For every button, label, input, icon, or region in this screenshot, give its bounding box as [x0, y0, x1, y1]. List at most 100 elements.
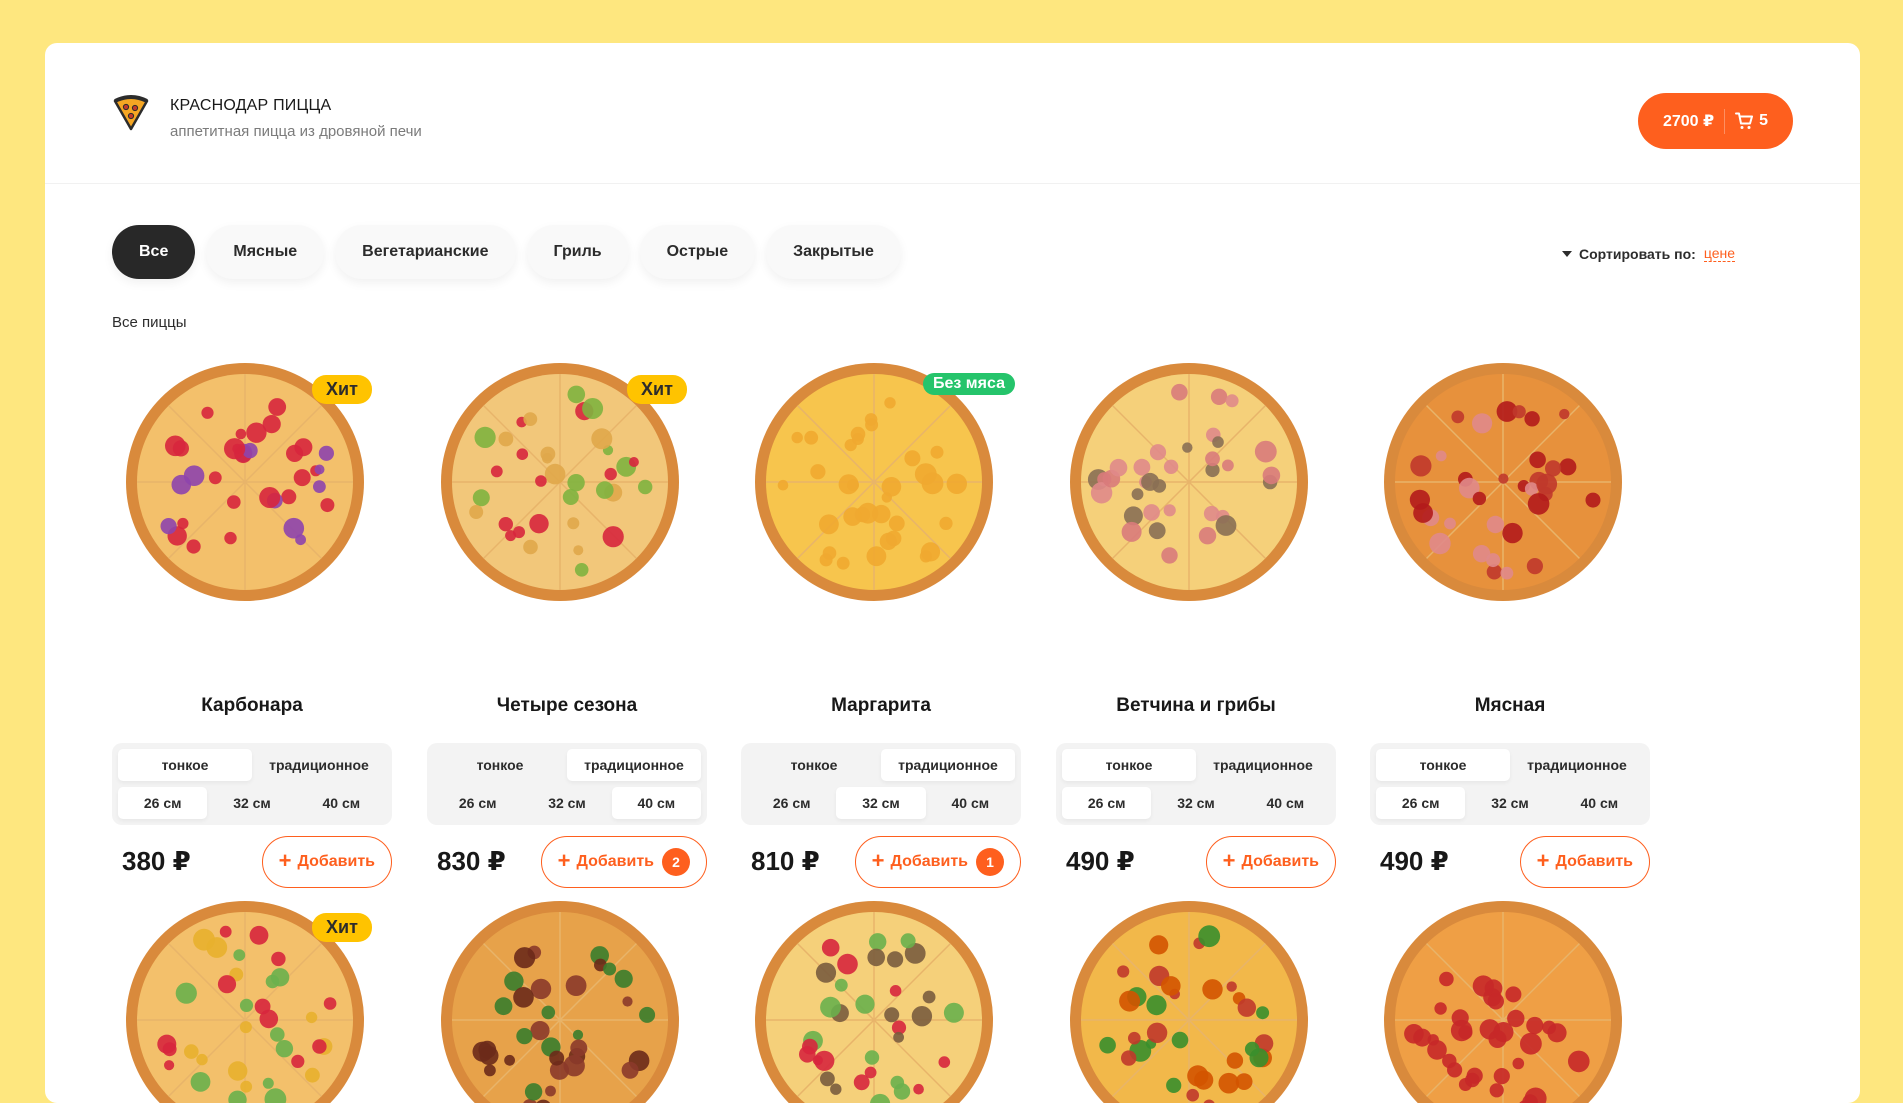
pizza-options: тонкоетрадиционное 26 см32 см40 см	[427, 743, 707, 825]
add-label: Добавить	[891, 853, 969, 871]
category-meat[interactable]: Мясные	[206, 225, 324, 279]
cart-divider	[1724, 109, 1725, 134]
dough-option[interactable]: тонкое	[1062, 749, 1196, 781]
category-list: Все Мясные Вегетарианские Гриль Острые З…	[112, 225, 912, 279]
dough-selector: тонкоетрадиционное	[1062, 749, 1330, 781]
size-option[interactable]: 26 см	[1062, 787, 1151, 819]
size-option[interactable]: 32 см	[1465, 787, 1554, 819]
size-option[interactable]: 26 см	[747, 787, 836, 819]
add-button[interactable]: + Добавить 1	[855, 836, 1021, 888]
pizza-bottom: 830 ₽+Добавить2	[427, 836, 707, 888]
pizza-options: тонкоетрадиционное 26 см32 см40 см	[1370, 743, 1650, 825]
pizza-badge: Без мяса	[923, 373, 1015, 395]
add-button[interactable]: + Добавить	[262, 836, 392, 888]
pizza-name: Четыре сезона	[427, 695, 707, 717]
add-count: 1	[976, 848, 1004, 876]
plus-icon: +	[872, 848, 885, 874]
sort-label: Сортировать по:	[1579, 246, 1696, 262]
category-all[interactable]: Все	[112, 225, 195, 279]
pizza-name: Карбонара	[112, 695, 392, 717]
sort-arrow-icon	[1562, 251, 1572, 257]
size-option[interactable]: 40 см	[1555, 787, 1644, 819]
pizza-name: Ветчина и грибы	[1056, 695, 1336, 717]
dough-option[interactable]: тонкое	[1376, 749, 1510, 781]
size-option[interactable]: 40 см	[612, 787, 701, 819]
size-option[interactable]: 40 см	[1241, 787, 1330, 819]
pizza-logo-icon	[112, 93, 150, 131]
logo-subtitle: аппетитная пицца из дровяной печи	[170, 123, 422, 140]
size-option[interactable]: 26 см	[1376, 787, 1465, 819]
dough-option[interactable]: тонкое	[747, 749, 881, 781]
pizza-badge: Хит	[312, 375, 372, 404]
category-grill[interactable]: Гриль	[527, 225, 629, 279]
size-selector: 26 см32 см40 см	[1376, 787, 1644, 819]
add-label: Добавить	[577, 853, 655, 871]
pizza-price: 490 ₽	[1380, 846, 1449, 877]
pizza-image	[1068, 361, 1310, 603]
pizza-name: Маргарита	[741, 695, 1021, 717]
pizza-image	[753, 361, 995, 603]
category-spicy[interactable]: Острые	[640, 225, 756, 279]
logo[interactable]: КРАСНОДАР ПИЦЦА аппетитная пицца из дров…	[112, 93, 422, 140]
plus-icon: +	[1223, 848, 1236, 874]
pizza-image	[1068, 899, 1310, 1103]
size-option[interactable]: 32 см	[836, 787, 925, 819]
page-wrapper: КРАСНОДАР ПИЦЦА аппетитная пицца из дров…	[45, 43, 1860, 1103]
size-selector: 26 см32 см40 см	[747, 787, 1015, 819]
add-button[interactable]: +Добавить	[1520, 836, 1650, 888]
category-closed[interactable]: Закрытые	[766, 225, 901, 279]
pizza-price: 380 ₽	[122, 846, 191, 877]
size-option[interactable]: 40 см	[926, 787, 1015, 819]
pizza-image	[753, 899, 995, 1103]
pizza-options: тонкоетрадиционное 26 см32 см40 см	[112, 743, 392, 825]
dough-selector: тонкоетрадиционное	[433, 749, 701, 781]
dough-option[interactable]: тонкое	[433, 749, 567, 781]
size-option[interactable]: 32 см	[522, 787, 611, 819]
pizza-price: 830 ₽	[437, 846, 506, 877]
add-button[interactable]: + Добавить	[1206, 836, 1336, 888]
size-option[interactable]: 26 см	[433, 787, 522, 819]
pizza-bottom: 490 ₽ + Добавить	[1056, 836, 1336, 888]
sort-value[interactable]: цене	[1704, 245, 1735, 262]
add-button[interactable]: +Добавить2	[541, 836, 707, 888]
cart-icon	[1735, 112, 1753, 130]
add-count: 2	[662, 848, 690, 876]
add-label: Добавить	[1556, 853, 1634, 871]
add-label: Добавить	[1242, 853, 1320, 871]
dough-option[interactable]: традиционное	[567, 749, 701, 781]
add-label: Добавить	[298, 853, 376, 871]
dough-option[interactable]: традиционное	[1510, 749, 1644, 781]
cart-total: 2700 ₽	[1663, 111, 1724, 131]
pizza-options: тонкоетрадиционное 26 см32 см40 см	[741, 743, 1021, 825]
pizza-image	[1382, 899, 1624, 1103]
pizza-image	[1382, 361, 1624, 603]
size-option[interactable]: 32 см	[207, 787, 296, 819]
pizza-image	[439, 899, 681, 1103]
pizza-price: 810 ₽	[751, 846, 820, 877]
size-option[interactable]: 32 см	[1151, 787, 1240, 819]
pizza-options: тонкоетрадиционное 26 см32 см40 см	[1056, 743, 1336, 825]
dough-option[interactable]: традиционное	[881, 749, 1015, 781]
dough-option[interactable]: традиционное	[1196, 749, 1330, 781]
category-vegetarian[interactable]: Вегетарианские	[335, 225, 515, 279]
cart-count: 5	[1759, 112, 1768, 130]
dough-selector: тонкоетрадиционное	[118, 749, 386, 781]
size-option[interactable]: 40 см	[297, 787, 386, 819]
pizza-badge: Хит	[312, 913, 372, 942]
section-title: Все пиццы	[112, 314, 186, 331]
logo-title: КРАСНОДАР ПИЦЦА	[170, 97, 422, 115]
size-selector: 26 см32 см40 см	[1062, 787, 1330, 819]
dough-option[interactable]: тонкое	[118, 749, 252, 781]
size-selector: 26 см32 см40 см	[118, 787, 386, 819]
pizza-price: 490 ₽	[1066, 846, 1135, 877]
sort-control: Сортировать по: цене	[1562, 245, 1735, 262]
dough-selector: тонкоетрадиционное	[747, 749, 1015, 781]
size-option[interactable]: 26 см	[118, 787, 207, 819]
pizza-bottom: 810 ₽ + Добавить 1	[741, 836, 1021, 888]
dough-option[interactable]: традиционное	[252, 749, 386, 781]
pizza-bottom: 380 ₽ + Добавить	[112, 836, 392, 888]
pizza-badge: Хит	[627, 375, 687, 404]
plus-icon: +	[279, 848, 292, 874]
cart-button[interactable]: 2700 ₽ 5	[1638, 93, 1793, 149]
size-selector: 26 см32 см40 см	[433, 787, 701, 819]
